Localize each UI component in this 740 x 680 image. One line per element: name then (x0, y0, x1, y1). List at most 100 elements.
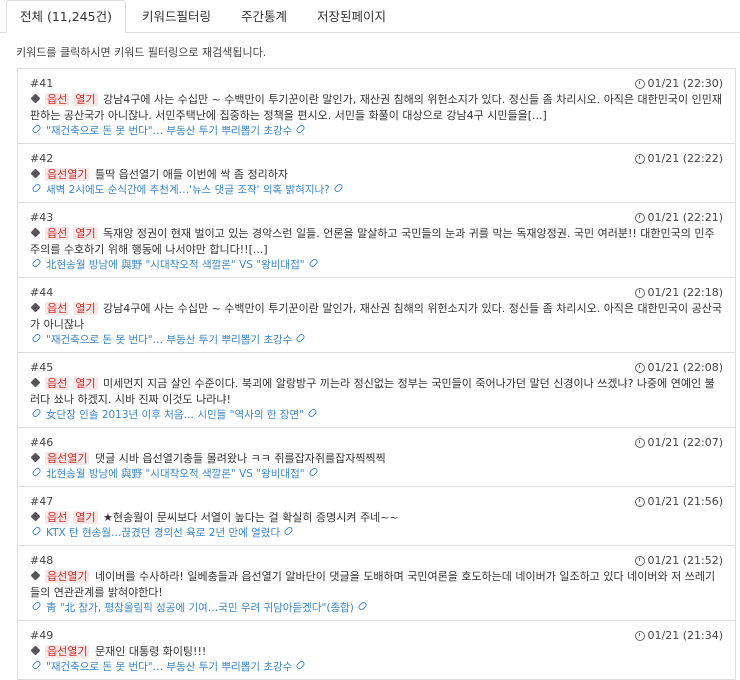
comment-entry: #41 01/21 (22:30) 읍선 열기 강남4구에 사는 수십만 ~ 수백만이… (17, 68, 736, 143)
entry-time-text: 01/21 (22:07) (647, 436, 723, 449)
entry-header: #49 01/21 (21:34) (30, 628, 723, 643)
keyword-chip[interactable]: 읍선 (45, 93, 70, 106)
entry-time: 01/21 (22:30) (634, 76, 723, 91)
article-link[interactable]: 北현송월 방남에 與野 "시대착오적 색깔론" VS "왕비대접" (30, 466, 723, 482)
keyword-chip[interactable]: 읍선열기 (45, 452, 90, 465)
entry-text: 틀딱 읍선열기 애들 이번에 싹 좀 정리하자 (91, 168, 288, 181)
article-link[interactable]: 女단장 인솔 2013년 이후 처음… 시민들 "역사의 한 장면" (30, 407, 723, 423)
entry-text: ★현송월이 문씨보다 서열이 높다는 걸 확실히 증명시켜 주네~~ (99, 511, 399, 524)
external-link-icon[interactable] (295, 123, 307, 135)
keyword-chip[interactable]: 읍선열기 (45, 645, 90, 658)
article-link[interactable]: 靑 "北 참가, 평창올림픽 성공에 기여…국민 우려 귀담아듣겠다"(종합) (30, 600, 723, 616)
link-icon (31, 600, 42, 612)
entry-time-text: 01/21 (22:18) (647, 286, 723, 299)
keyword-chip[interactable]: 읍선 (45, 377, 70, 390)
article-link[interactable]: "재건축으로 돈 못 번다"… 부동산 투기 뿌리뽑기 초강수 (30, 123, 723, 139)
entry-time-text: 01/21 (22:21) (647, 211, 723, 224)
article-link-text[interactable]: 靑 "北 참가, 평창올림픽 성공에 기여…국민 우려 귀담아듣겠다"(종합) (46, 602, 354, 614)
article-link[interactable]: "재건축으로 돈 못 번다"… 부동산 투기 뿌리뽑기 초강수 (30, 332, 723, 348)
entry-time-text: 01/21 (21:34) (647, 629, 723, 642)
entry-time: 01/21 (22:08) (634, 360, 723, 375)
article-link-text[interactable]: "재건축으로 돈 못 번다"… 부동산 투기 뿌리뽑기 초강수 (46, 125, 292, 137)
clock-icon (634, 555, 645, 566)
clock-icon (634, 496, 645, 507)
clock-icon (634, 153, 645, 164)
tag-icon (30, 377, 41, 388)
comment-entry: #42 01/21 (22:22) 읍선열기 틀딱 읍선열기 애들 이번에 싹 좀 … (17, 143, 736, 202)
external-link-icon[interactable] (357, 600, 368, 612)
entry-header: #41 01/21 (22:30) (30, 76, 723, 91)
link-icon (31, 257, 42, 269)
article-link[interactable]: 새벽 2시에도 순식간에 추천계…'뉴스 댓글 조작' 의혹 밝혀지나? (30, 182, 723, 198)
external-link-icon[interactable] (332, 182, 344, 194)
entry-message: 읍선 열기 강남4구에 사는 수십만 ~ 수백만이 투기꾼이란 말인가, 재산권 … (30, 92, 723, 124)
entry-message: 읍선열기 틀딱 읍선열기 애들 이번에 싹 좀 정리하자 (30, 167, 723, 183)
tag-icon (30, 570, 41, 581)
tab-weekly-stats[interactable]: 주간통계 (227, 0, 301, 32)
article-link[interactable]: 北현송월 방남에 與野 "시대착오적 색깔론" VS "왕비대접" (30, 257, 723, 273)
keyword-chip[interactable]: 열기 (73, 227, 98, 240)
entry-header: #48 01/21 (21:52) (30, 553, 723, 568)
article-link-text[interactable]: "재건축으로 돈 못 번다"… 부동산 투기 뿌리뽑기 초강수 (46, 661, 292, 673)
entry-time: 01/21 (21:34) (634, 628, 723, 643)
entry-time: 01/21 (21:52) (634, 553, 723, 568)
article-link-text[interactable]: 새벽 2시에도 순식간에 추천계…'뉴스 댓글 조작' 의혹 밝혀지나? (46, 184, 330, 196)
external-link-icon[interactable] (283, 525, 294, 537)
comment-entry: #49 01/21 (21:34) 읍선열기 문재인 대통령 화이팅!!! "재건축으… (17, 620, 736, 680)
tag-icon (30, 511, 41, 522)
article-link[interactable]: "재건축으로 돈 못 번다"… 부동산 투기 뿌리뽑기 초강수 (30, 659, 723, 675)
keyword-chip[interactable]: 열기 (73, 377, 98, 390)
entry-text: 강남4구에 사는 수십만 ~ 수백만이 투기꾼이란 말인가, 재산권 침해의 위… (30, 93, 723, 122)
comment-entry: #44 01/21 (22:18) 읍선 열기 강남4구에 사는 수십만 ~ 수백만이… (17, 277, 736, 352)
external-link-icon[interactable] (307, 257, 319, 269)
comment-list: #41 01/21 (22:30) 읍선 열기 강남4구에 사는 수십만 ~ 수백만이… (17, 68, 736, 680)
entry-number: #46 (30, 436, 54, 449)
entry-time-text: 01/21 (21:56) (647, 495, 723, 508)
article-link-text[interactable]: 女단장 인솔 2013년 이후 처음… 시민들 "역사의 한 장면" (46, 409, 304, 421)
article-link-text[interactable]: 北현송월 방남에 與野 "시대착오적 색깔론" VS "왕비대접" (46, 259, 305, 271)
comment-entry: #48 01/21 (21:52) 읍선열기 네이버를 수사하라! 일베충들과 읍선… (17, 545, 736, 620)
keyword-chip[interactable]: 열기 (73, 302, 98, 315)
entry-text: 미세먼지 지금 살인 수준이다. 북괴에 알랑방구 끼는라 정신없는 정부는 국… (30, 377, 715, 406)
entry-time: 01/21 (22:18) (634, 285, 723, 300)
entry-number: #42 (30, 152, 54, 165)
keyword-chip[interactable]: 읍선열기 (45, 168, 90, 181)
tab-all[interactable]: 전체 (11,245건) (6, 0, 126, 33)
entry-time: 01/21 (22:21) (634, 210, 723, 225)
entry-time: 01/21 (21:56) (634, 494, 723, 509)
entry-header: #42 01/21 (22:22) (30, 151, 723, 166)
keyword-chip[interactable]: 열기 (73, 511, 98, 524)
clock-icon (634, 287, 645, 298)
link-icon (31, 525, 42, 537)
keyword-chip[interactable]: 읍선 (45, 511, 70, 524)
link-icon (31, 407, 42, 419)
external-link-icon[interactable] (307, 407, 318, 419)
entry-message: 읍선열기 네이버를 수사하라! 일베충들과 읍선열기 알바단이 댓글을 도배하며… (30, 569, 723, 601)
keyword-chip[interactable]: 읍선열기 (45, 570, 90, 583)
entry-number: #43 (30, 211, 54, 224)
entry-time-text: 01/21 (22:30) (647, 77, 723, 90)
clock-icon (634, 437, 645, 448)
article-link-text[interactable]: KTX 탄 현송월…끊겼던 경의선 육로 2년 만에 열렸다 (46, 527, 280, 539)
keyword-chip[interactable]: 읍선 (45, 227, 70, 240)
comment-entry: #43 01/21 (22:21) 읍선 열기 독재앙 정권이 현재 벌이고 있는 경… (17, 202, 736, 277)
entry-header: #47 01/21 (21:56) (30, 494, 723, 509)
clock-icon (634, 212, 645, 223)
article-link[interactable]: KTX 탄 현송월…끊겼던 경의선 육로 2년 만에 열렸다 (30, 525, 723, 541)
entry-time-text: 01/21 (22:22) (647, 152, 723, 165)
entry-header: #43 01/21 (22:21) (30, 210, 723, 225)
external-link-icon[interactable] (295, 332, 307, 344)
external-link-icon[interactable] (307, 466, 319, 478)
article-link-text[interactable]: "재건축으로 돈 못 번다"… 부동산 투기 뿌리뽑기 초강수 (46, 334, 292, 346)
external-link-icon[interactable] (295, 659, 307, 671)
tab-keyword-filter[interactable]: 키워드필터링 (128, 0, 225, 32)
clock-icon (634, 362, 645, 373)
tab-saved-pages[interactable]: 저장된페이지 (303, 0, 400, 32)
article-link-text[interactable]: 北현송월 방남에 與野 "시대착오적 색깔론" VS "왕비대접" (46, 468, 305, 480)
keyword-chip[interactable]: 읍선 (45, 302, 70, 315)
tag-icon (30, 227, 41, 238)
keyword-chip[interactable]: 열기 (73, 93, 98, 106)
entry-text: 독재앙 정권이 현재 벌이고 있는 경악스런 일들. 언론을 말살하고 국민들의… (30, 227, 715, 256)
entry-header: #44 01/21 (22:18) (30, 285, 723, 300)
entry-message: 읍선열기 댓글 시바 읍선열기충들 몰려왔나 ㅋㅋ 쥐를잡자쥐를잡자찍찍찍 (30, 451, 723, 467)
